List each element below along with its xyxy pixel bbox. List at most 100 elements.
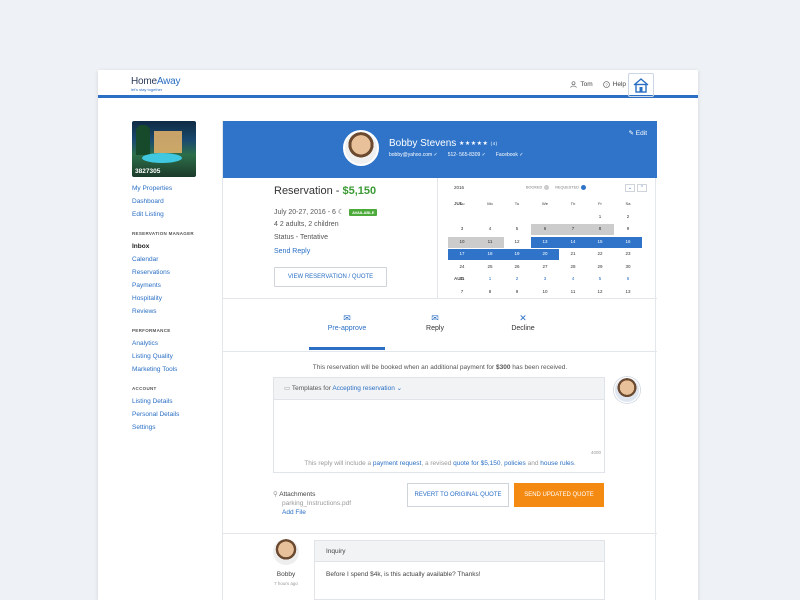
calendar-day[interactable]: 17 [450, 248, 474, 261]
calendar-day[interactable]: 3 [450, 223, 474, 236]
calendar-day[interactable]: 7 [450, 286, 474, 299]
calendar-day[interactable]: 15 [588, 236, 612, 249]
calendar-day[interactable]: 31 [450, 273, 474, 286]
reply-action[interactable]: ✉ Reply [395, 313, 475, 332]
sidebar-item-reviews[interactable]: Reviews [132, 305, 202, 318]
calendar-day[interactable]: 12 [588, 286, 612, 299]
calendar-day[interactable]: 9 [616, 223, 640, 236]
preapprove-action[interactable]: ✉ Pre-approve [307, 313, 387, 332]
calendar-day[interactable]: 13 [533, 236, 557, 249]
sidebar-item-edit-listing[interactable]: Edit Listing [132, 208, 202, 221]
edit-guest-button[interactable]: ✎ Edit [629, 129, 647, 137]
homeaway-logo[interactable]: HomeAway let's stay together [131, 76, 181, 92]
reply-composer[interactable]: ▭ Templates for Accepting reservation ⌄ … [273, 377, 605, 473]
calendar-day[interactable]: 14 [561, 236, 585, 249]
calendar-day[interactable]: 24 [450, 261, 474, 274]
calendar-day[interactable]: 29 [588, 261, 612, 274]
sidebar-item-dashboard[interactable]: Dashboard [132, 195, 202, 208]
calendar-day[interactable]: 1 [588, 211, 612, 224]
sidebar-item-hospitality[interactable]: Hospitality [132, 292, 202, 305]
sidebar-item-payments[interactable]: Payments [132, 279, 202, 292]
calendar-day[interactable]: 6 [533, 223, 557, 236]
divider [223, 533, 657, 534]
decline-label: Decline [511, 325, 535, 332]
sidebar-item-personal-details[interactable]: Personal Details [132, 408, 202, 421]
calendar-next-icon[interactable]: ⌄ [625, 184, 635, 192]
calendar-day[interactable]: 4 [478, 223, 502, 236]
quote-link[interactable]: quote for $5,150 [453, 460, 500, 467]
calendar-day[interactable]: 26 [505, 261, 529, 274]
reservation-guests: 4 2 adults, 2 children [274, 221, 339, 228]
property-photo[interactable]: 3827305 [132, 121, 196, 177]
send-quote-button[interactable]: SEND UPDATED QUOTE [514, 483, 604, 507]
envelope-icon: ✉ [343, 313, 351, 323]
sidebar-item-my-properties[interactable]: My Properties [132, 182, 202, 195]
message-card: Inquiry Before I spend $4k, is this actu… [314, 540, 605, 600]
calendar-day[interactable]: 22 [588, 248, 612, 261]
user-name: Tom [580, 81, 593, 88]
calendar-day[interactable]: 20 [533, 248, 557, 261]
sidebar-item-analytics[interactable]: Analytics [132, 337, 202, 350]
calendar-day[interactable]: 28 [561, 261, 585, 274]
template-selector[interactable]: ▭ Templates for Accepting reservation ⌄ [274, 378, 604, 400]
sidebar-item-reservations[interactable]: Reservations [132, 266, 202, 279]
sidebar-item-settings[interactable]: Settings [132, 421, 202, 434]
active-tab-indicator [309, 347, 385, 350]
house-rules-link[interactable]: house rules [540, 460, 574, 467]
payment-note-before: This reservation will be booked when an … [312, 364, 496, 371]
calendar-day[interactable]: 11 [561, 286, 585, 299]
send-reply-link[interactable]: Send Reply [274, 248, 310, 255]
policies-link[interactable]: policies [504, 460, 526, 467]
sidebar-item-inbox[interactable]: Inbox [132, 240, 202, 253]
calendar-day[interactable]: 27 [533, 261, 557, 274]
calendar-day[interactable]: 19 [505, 248, 529, 261]
calendar-day[interactable]: 5 [588, 273, 612, 286]
character-counter: 4000 [590, 450, 601, 455]
legend-booked: BOOKED [526, 185, 543, 190]
calendar-day[interactable]: 6 [616, 273, 640, 286]
calendar-day[interactable]: 18 [478, 248, 502, 261]
calendar-day[interactable]: 2 [505, 273, 529, 286]
close-icon: ✕ [519, 313, 527, 323]
owner-home-button[interactable] [628, 73, 654, 97]
calendar-day[interactable]: 12 [505, 236, 529, 249]
calendar-day[interactable]: 2 [616, 211, 640, 224]
sidebar-item-listing-quality[interactable]: Listing Quality [132, 350, 202, 363]
calendar-day[interactable]: 9 [505, 286, 529, 299]
sidebar-item-listing-details[interactable]: Listing Details [132, 395, 202, 408]
help-menu[interactable]: ? Help [602, 81, 626, 88]
payment-request-link[interactable]: payment request [373, 460, 421, 467]
calendar-prev-icon[interactable]: ⌃ [637, 184, 647, 192]
calendar-day[interactable]: 16 [616, 236, 640, 249]
guest-facebook[interactable]: Facebook ✓ [496, 152, 524, 158]
attachment-file[interactable]: parking_Instructions.pdf [273, 500, 351, 507]
view-reservation-button[interactable]: VIEW RESERVATION / QUOTE [274, 267, 387, 287]
revert-quote-button[interactable]: REVERT TO ORIGINAL QUOTE [407, 483, 509, 507]
calendar-day[interactable]: 11 [478, 236, 502, 249]
calendar-day[interactable]: 10 [450, 236, 474, 249]
availability-calendar: 2016 BOOKED REQUESTED ⌄ ⌃ JUL Su Mo Tu We Th F… [437, 178, 657, 299]
calendar-day[interactable]: 1 [478, 273, 502, 286]
calendar-day[interactable]: 13 [616, 286, 640, 299]
calendar-day[interactable]: 25 [478, 261, 502, 274]
sidebar-item-calendar[interactable]: Calendar [132, 253, 202, 266]
template-dropdown[interactable]: Accepting reservation [332, 385, 395, 392]
payment-note-after: has been received. [510, 364, 568, 371]
calendar-day[interactable]: 4 [561, 273, 585, 286]
help-icon: ? [602, 81, 610, 88]
calendar-day[interactable]: 7 [561, 223, 585, 236]
calendar-day[interactable]: 8 [588, 223, 612, 236]
calendar-day[interactable]: 5 [505, 223, 529, 236]
add-file-link[interactable]: Add File [273, 509, 351, 516]
decline-action[interactable]: ✕ Decline [483, 313, 563, 332]
calendar-day[interactable]: 30 [616, 261, 640, 274]
message-time: 7 hours ago [274, 581, 298, 586]
user-menu[interactable]: Tom [570, 81, 593, 88]
calendar-day[interactable]: 3 [533, 273, 557, 286]
calendar-day[interactable]: 10 [533, 286, 557, 299]
requested-dot-icon [580, 185, 586, 190]
calendar-day[interactable]: 21 [561, 248, 585, 261]
sidebar-item-marketing-tools[interactable]: Marketing Tools [132, 363, 202, 376]
calendar-day[interactable]: 23 [616, 248, 640, 261]
calendar-day[interactable]: 8 [478, 286, 502, 299]
